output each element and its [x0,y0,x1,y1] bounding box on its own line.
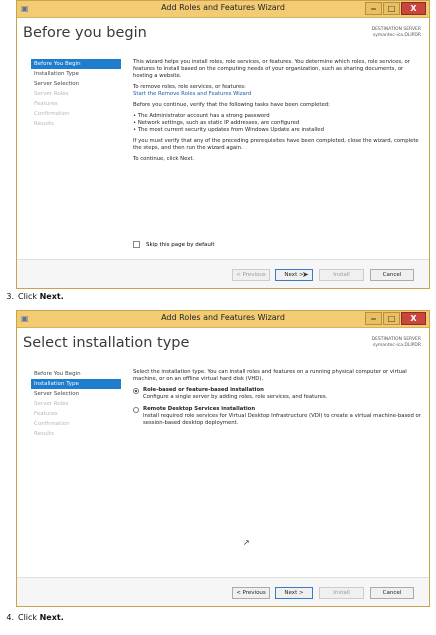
wizard-nav: Before You Begin Installation Type Serve… [31,369,121,439]
remote-desktop-radio[interactable] [133,407,139,413]
wizard-window-before-you-begin: ▣ Add Roles and Features Wizard ‒ □ X Be… [16,0,430,289]
main-text: Select the installation type. You can in… [133,369,421,432]
destination-server-name: symantec-ica.DLIPDR [372,343,421,348]
cancel-button[interactable]: Cancel [370,587,414,599]
previous-button[interactable]: < Previous [232,587,270,599]
page-title: Select installation type [23,335,190,351]
nav-results: Results [34,431,54,437]
nav-results: Results [34,121,54,127]
install-button[interactable]: Install [319,269,364,281]
prereq-list: The Administrator account has a strong p… [133,113,421,134]
nav-server-roles: Server Roles [34,91,69,97]
remove-section: To remove roles, role services, or featu… [133,84,421,98]
list-item: Network settings, such as static IP addr… [133,120,421,127]
role-based-description: Configure a single server by adding role… [143,394,328,400]
destination-server: DESTINATION SERVER symantec-ica.DLIPDR [372,27,421,39]
continue-text: To continue, click Next. [133,156,195,162]
close-button[interactable]: X [401,312,426,325]
wizard-content: Before you begin DESTINATION SERVER syma… [17,18,429,288]
intro-text: This wizard helps you install roles, rol… [133,59,410,79]
cancel-button[interactable]: Cancel [370,269,414,281]
main-text: This wizard helps you install roles, rol… [133,59,421,167]
intro-text: Select the installation type. You can in… [133,369,407,382]
title-bar[interactable]: ▣ Add Roles and Features Wizard ‒ □ X [17,311,429,328]
role-based-title[interactable]: Role-based or feature-based installation [143,387,327,394]
wizard-nav: Before You Begin Installation Type Serve… [31,59,121,129]
wizard-window-installation-type: ▣ Add Roles and Features Wizard ‒ □ X Se… [16,310,430,607]
instruction-step-3: 3. Click Next. [6,292,64,301]
maximize-button[interactable]: □ [383,312,400,325]
nav-confirmation: Confirmation [34,111,70,117]
install-button[interactable]: Install [319,587,364,599]
instruction-step-4: 4. Click Next. [6,613,64,622]
button-bar: < Previous Next > Install Cancel ➤ [17,259,429,288]
list-item: The most current security updates from W… [133,127,421,134]
remove-text: To remove roles, role services, or featu… [133,84,246,90]
nav-server-selection[interactable]: Server Selection [31,389,121,399]
page-title: Before you begin [23,25,147,41]
minimize-button[interactable]: ‒ [365,2,382,15]
skip-page-checkbox[interactable] [133,241,140,248]
remote-desktop-title[interactable]: Remote Desktop Services installation [143,406,421,413]
mouse-cursor-icon: ↗ [243,538,250,547]
nav-before-you-begin[interactable]: Before You Begin [31,369,121,379]
skip-page-option[interactable]: Skip this page by default [133,241,215,248]
maximize-button[interactable]: □ [383,2,400,15]
mouse-cursor-icon: ➤ [302,270,309,279]
nav-installation-type[interactable]: Installation Type [31,379,121,389]
nav-features: Features [34,411,58,417]
previous-button[interactable]: < Previous [232,269,270,281]
close-button[interactable]: X [401,2,426,15]
verify-text: Before you continue, verify that the fol… [133,102,330,108]
minimize-button[interactable]: ‒ [365,312,382,325]
nav-features: Features [34,101,58,107]
nav-server-selection[interactable]: Server Selection [31,79,121,89]
role-based-option[interactable]: Role-based or feature-based installation… [133,387,421,401]
remote-desktop-option[interactable]: Remote Desktop Services installation Ins… [133,406,421,427]
nav-before-you-begin[interactable]: Before You Begin [31,59,121,69]
destination-server: DESTINATION SERVER symantec-ica.DLIPDR [372,337,421,349]
title-bar[interactable]: ▣ Add Roles and Features Wizard ‒ □ X [17,1,429,18]
list-item: The Administrator account has a strong p… [133,113,421,120]
next-button[interactable]: Next > [275,587,313,599]
nav-installation-type[interactable]: Installation Type [31,69,121,79]
skip-page-label[interactable]: Skip this page by default [146,242,215,248]
prereq-text: If you must verify that any of the prece… [133,138,419,151]
button-bar: < Previous Next > Install Cancel [17,577,429,606]
nav-confirmation: Confirmation [34,421,70,427]
remote-desktop-description: Install required role services for Virtu… [143,413,421,426]
nav-server-roles: Server Roles [34,401,69,407]
destination-server-name: symantec-ica.DLIPDR [372,33,421,38]
remove-roles-link[interactable]: Start the Remove Roles and Features Wiza… [133,91,421,98]
wizard-content: Select installation type DESTINATION SER… [17,328,429,606]
role-based-radio[interactable] [133,388,139,394]
